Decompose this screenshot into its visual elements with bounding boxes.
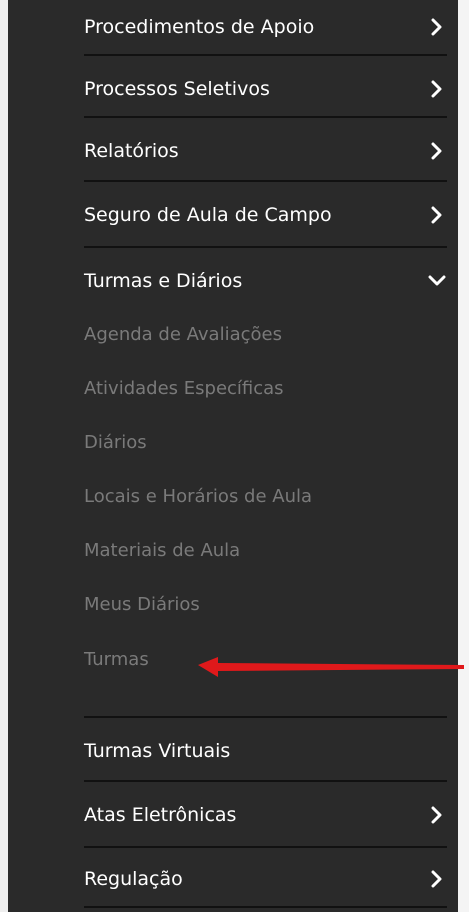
chevron-right-icon [427, 869, 447, 889]
sidebar-menu-panel: Procedimentos de Apoio Processos Seletiv… [8, 0, 458, 912]
menu-divider [84, 780, 447, 782]
chevron-right-icon [427, 805, 447, 825]
submenu-item-agenda-de-avaliacoes[interactable]: Agenda de Avaliações [84, 324, 282, 345]
menu-divider [84, 846, 447, 848]
menu-item-regulacao[interactable]: Regulação [84, 852, 447, 906]
menu-divider [84, 180, 447, 182]
menu-item-turmas-e-diarios[interactable]: Turmas e Diários [84, 254, 447, 308]
menu-item-procedimentos-de-apoio[interactable]: Procedimentos de Apoio [84, 0, 447, 54]
chevron-right-icon [427, 205, 447, 225]
menu-divider [84, 716, 447, 718]
submenu-item-atividades-especificas[interactable]: Atividades Específicas [84, 378, 284, 399]
submenu-item-materiais-de-aula[interactable]: Materiais de Aula [84, 540, 240, 561]
menu-item-label: Seguro de Aula de Campo [84, 204, 332, 226]
page-background-left [0, 0, 8, 912]
menu-item-label: Atas Eletrônicas [84, 804, 237, 826]
menu-divider [84, 116, 447, 118]
submenu-item-turmas[interactable]: Turmas [84, 649, 149, 670]
page-background-right [458, 0, 469, 912]
chevron-down-icon [427, 271, 447, 291]
menu-item-label: Relatórios [84, 140, 179, 162]
annotation-arrow-icon [198, 657, 464, 677]
chevron-right-icon [427, 17, 447, 37]
submenu-item-diarios[interactable]: Diários [84, 432, 147, 453]
menu-item-atas-eletronicas[interactable]: Atas Eletrônicas [84, 788, 447, 842]
menu-item-processos-seletivos[interactable]: Processos Seletivos [84, 62, 447, 116]
menu-item-label: Turmas e Diários [84, 270, 243, 292]
menu-divider [84, 906, 447, 908]
menu-item-turmas-virtuais[interactable]: Turmas Virtuais [84, 724, 447, 778]
menu-item-label: Regulação [84, 868, 183, 890]
chevron-right-icon [427, 79, 447, 99]
menu-divider [84, 246, 447, 248]
menu-item-label: Processos Seletivos [84, 78, 270, 100]
chevron-right-icon [427, 141, 447, 161]
submenu-item-meus-diarios[interactable]: Meus Diários [84, 594, 200, 615]
menu-item-label: Turmas Virtuais [84, 740, 231, 762]
menu-item-label: Procedimentos de Apoio [84, 16, 315, 38]
menu-divider [84, 54, 447, 56]
menu-item-seguro-de-aula-de-campo[interactable]: Seguro de Aula de Campo [84, 188, 447, 242]
submenu-item-locais-e-horarios-de-aula[interactable]: Locais e Horários de Aula [84, 486, 312, 507]
menu-item-relatorios[interactable]: Relatórios [84, 124, 447, 178]
